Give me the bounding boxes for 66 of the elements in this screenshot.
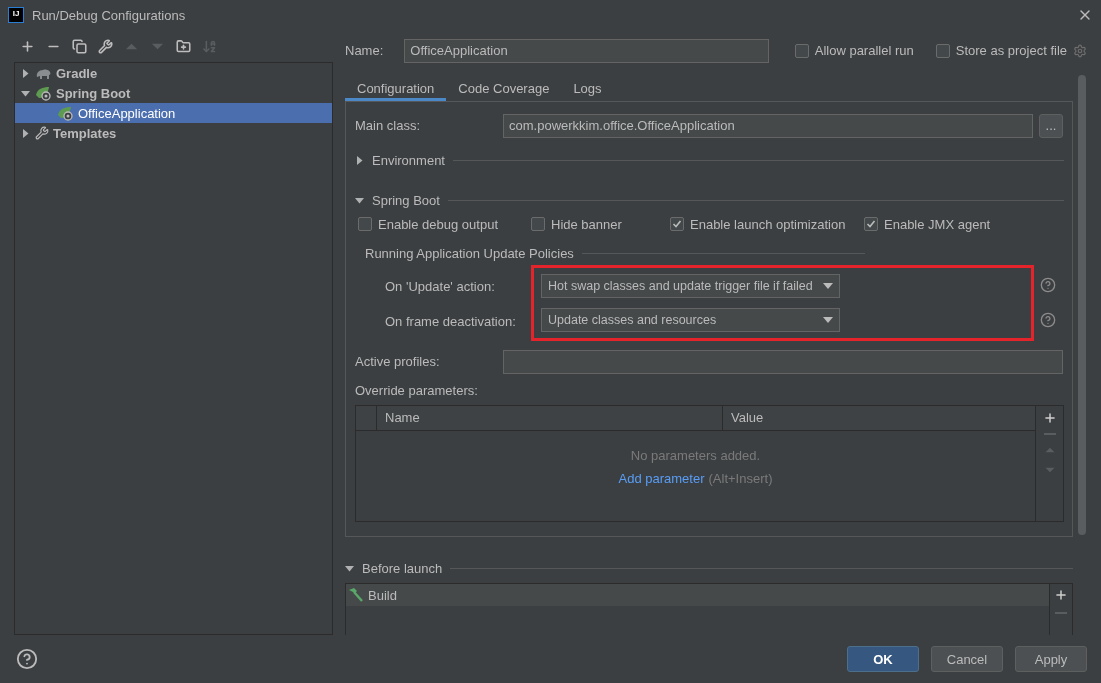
dialog-button[interactable]: Cancel <box>931 646 1003 672</box>
spring-leaf-icon <box>35 85 52 101</box>
add-icon[interactable] <box>1054 588 1068 603</box>
tab[interactable]: Logs <box>561 75 614 101</box>
name-field[interactable]: OfficeApplication <box>404 38 770 63</box>
checkbox[interactable] <box>935 43 950 58</box>
wrench-icon <box>35 126 49 140</box>
caret-icon <box>823 282 833 289</box>
tab[interactable]: Configuration <box>345 75 447 101</box>
checkbox[interactable] <box>670 217 684 232</box>
wrench-icon[interactable] <box>97 37 114 55</box>
section-title[interactable]: Spring Boot <box>372 193 440 209</box>
help-icon[interactable] <box>1040 312 1056 329</box>
expand-toggle-icon[interactable] <box>20 128 30 138</box>
checkbox-label: Allow parallel run <box>814 43 914 59</box>
checkbox[interactable] <box>531 217 545 232</box>
folder-plus-icon[interactable] <box>175 37 192 55</box>
checkbox-label: Enable launch optimization <box>690 216 846 232</box>
field-label: Name: <box>345 43 384 59</box>
tree-item[interactable]: Templates <box>15 123 332 143</box>
field-label: Main class: <box>355 118 422 134</box>
hammer-icon <box>348 588 364 603</box>
app-logo: IJ <box>8 7 24 23</box>
tree-item[interactable]: OfficeApplication <box>15 103 332 123</box>
expand-toggle-icon[interactable] <box>355 196 364 206</box>
checkbox-label: Enable debug output <box>378 216 498 232</box>
empty-message: No parameters added. <box>630 447 761 463</box>
field-label: Active profiles: <box>355 354 441 370</box>
group-title: Running Application Update Policies <box>365 246 574 262</box>
active-profiles-field[interactable] <box>503 349 1063 374</box>
expand-toggle-icon[interactable] <box>20 88 30 98</box>
ok-button[interactable]: OK <box>847 646 919 672</box>
checkbox-label: Store as project file <box>955 43 1067 59</box>
main-class-field[interactable]: com.powerkkim.office.OfficeApplication <box>503 113 1033 138</box>
window-title: Run/Debug Configurations <box>32 7 187 23</box>
copy-icon[interactable] <box>71 37 88 55</box>
task-item[interactable]: Build <box>346 584 1049 607</box>
caret-icon <box>823 316 833 323</box>
checkbox[interactable] <box>864 217 878 232</box>
checkbox-label: Hide banner <box>551 216 622 232</box>
add-icon[interactable] <box>1042 410 1057 425</box>
dropdown[interactable]: Update classes and resources <box>541 307 840 332</box>
column-header[interactable]: Name <box>376 405 722 430</box>
add-parameter-link[interactable]: Add parameter <box>618 470 705 486</box>
help-icon[interactable] <box>16 648 38 670</box>
section-title[interactable]: Before launch <box>362 561 443 576</box>
expand-toggle-icon[interactable] <box>355 156 364 166</box>
spring-leaf-icon <box>57 105 74 121</box>
field-label: On 'Update' action: <box>385 277 496 296</box>
section-title[interactable]: Environment <box>372 153 445 169</box>
help-icon[interactable] <box>1040 277 1056 294</box>
checkbox-label: Enable JMX agent <box>884 216 991 232</box>
shortcut-hint: (Alt+Insert) <box>708 470 773 486</box>
field-label: On frame deactivation: <box>385 312 517 331</box>
tree-item[interactable]: Spring Boot <box>15 83 332 103</box>
checkbox[interactable] <box>358 217 372 232</box>
expand-toggle-icon[interactable] <box>20 68 30 78</box>
browse-button[interactable]: ... <box>1039 113 1063 138</box>
tree-item[interactable]: Gradle <box>15 63 332 83</box>
tab[interactable]: Code Coverage <box>446 75 562 101</box>
field-label: Override parameters: <box>355 382 479 398</box>
dialog-button[interactable]: Apply <box>1015 646 1087 672</box>
expand-toggle-icon[interactable] <box>345 564 354 573</box>
column-header[interactable]: Value <box>722 405 1035 430</box>
checkbox[interactable] <box>794 43 809 58</box>
dropdown[interactable]: Hot swap classes and update trigger file if failed <box>541 273 840 298</box>
